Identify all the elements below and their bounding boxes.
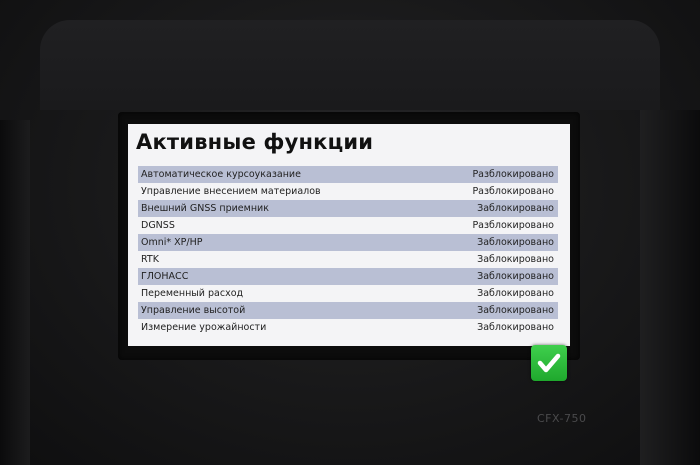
device-bezel-left (0, 120, 30, 465)
feature-name: Переменный расход (141, 288, 244, 299)
feature-status: Заблокировано (477, 271, 554, 282)
feature-row[interactable]: Управление высотой Заблокировано (138, 302, 558, 319)
feature-name: DGNSS (141, 220, 175, 231)
confirm-button[interactable] (531, 345, 567, 381)
feature-name: Управление высотой (141, 305, 246, 316)
feature-name: Omni* XP/HP (141, 237, 203, 248)
feature-row[interactable]: Переменный расход Заблокировано (138, 285, 558, 302)
device-bezel-right (640, 110, 700, 465)
feature-row[interactable]: Измерение урожайности Заблокировано (138, 319, 558, 336)
feature-status: Заблокировано (477, 254, 554, 265)
display-device: Активные функции Автоматическое курсоука… (0, 0, 700, 465)
feature-row[interactable]: RTK Заблокировано (138, 251, 558, 268)
screen: Активные функции Автоматическое курсоука… (128, 124, 570, 346)
feature-name: Измерение урожайности (141, 322, 267, 333)
device-model-label: CFX-750 (537, 412, 587, 425)
page-title: Активные функции (136, 130, 374, 154)
feature-name: Внешний GNSS приемник (141, 203, 269, 214)
device-bezel-top (40, 20, 660, 110)
feature-row[interactable]: ГЛОНАСС Заблокировано (138, 268, 558, 285)
feature-status: Разблокировано (472, 186, 554, 197)
feature-row[interactable]: Omni* XP/HP Заблокировано (138, 234, 558, 251)
feature-row[interactable]: DGNSS Разблокировано (138, 217, 558, 234)
feature-row[interactable]: Управление внесением материалов Разблоки… (138, 183, 558, 200)
feature-row[interactable]: Внешний GNSS приемник Заблокировано (138, 200, 558, 217)
feature-list: Автоматическое курсоуказание Разблокиров… (138, 166, 558, 336)
feature-status: Заблокировано (477, 288, 554, 299)
feature-name: Управление внесением материалов (141, 186, 321, 197)
feature-status: Заблокировано (477, 237, 554, 248)
feature-status: Заблокировано (477, 305, 554, 316)
feature-name: Автоматическое курсоуказание (141, 169, 301, 180)
feature-name: RTK (141, 254, 159, 265)
feature-status: Заблокировано (477, 322, 554, 333)
feature-status: Разблокировано (472, 169, 554, 180)
feature-status: Разблокировано (472, 220, 554, 231)
feature-row[interactable]: Автоматическое курсоуказание Разблокиров… (138, 166, 558, 183)
feature-status: Заблокировано (477, 203, 554, 214)
checkmark-icon (537, 353, 561, 373)
feature-name: ГЛОНАСС (141, 271, 189, 282)
